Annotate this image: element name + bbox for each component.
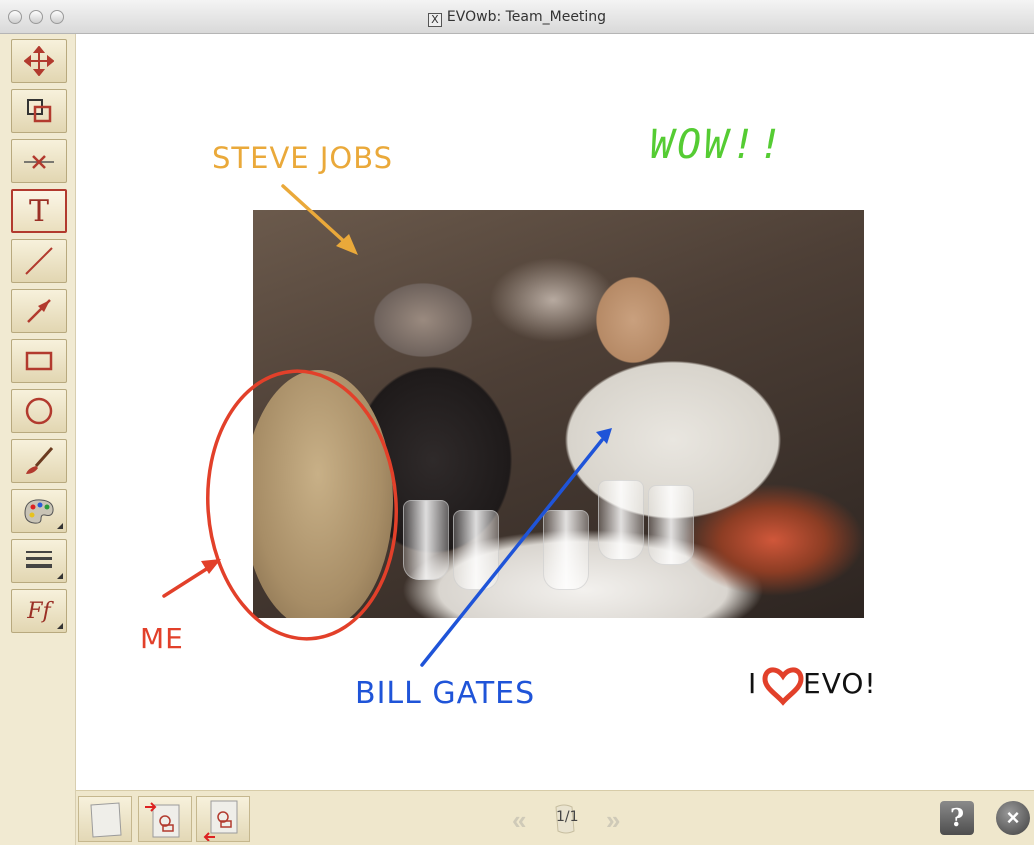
wine-glass — [543, 510, 589, 590]
font-tool[interactable]: Ff — [11, 589, 67, 633]
line-tool[interactable] — [11, 239, 67, 283]
wow-label[interactable]: WOW!! — [650, 122, 785, 168]
close-whiteboard-button[interactable]: × — [996, 801, 1030, 835]
import-page-icon — [145, 802, 180, 838]
move-arrows-icon — [24, 46, 54, 76]
page-indicator: 1/1 — [556, 809, 579, 825]
foreground-head — [253, 370, 393, 618]
submenu-indicator-icon — [57, 523, 63, 529]
arrow-tool[interactable] — [11, 289, 67, 333]
wine-glass — [403, 500, 449, 580]
me-label[interactable]: ME — [140, 622, 184, 655]
brush-tool[interactable] — [11, 439, 67, 483]
delete-tool[interactable] — [11, 139, 67, 183]
blank-page-icon — [90, 802, 122, 838]
import-page-button[interactable] — [138, 796, 192, 842]
window-title-text: EVOwb: Team_Meeting — [446, 9, 607, 25]
copy-squares-icon — [27, 99, 52, 123]
line-width-icon — [26, 551, 52, 568]
rectangle-tool[interactable] — [11, 339, 67, 383]
wine-glass — [453, 510, 499, 590]
tool-palette: T Ff — [0, 34, 76, 845]
ellipse-tool[interactable] — [11, 389, 67, 433]
submenu-indicator-icon — [57, 623, 63, 629]
rectangle-icon — [25, 351, 53, 371]
i-love-evo-prefix[interactable]: I — [748, 667, 757, 700]
window-titlebar: X EVOwb: Team_Meeting — [0, 0, 1034, 34]
brush-icon — [26, 447, 54, 474]
delete-cross-icon — [24, 155, 54, 169]
line-width-tool[interactable] — [11, 539, 67, 583]
steve-jobs-label[interactable]: STEVE JOBS — [212, 141, 393, 175]
color-tool[interactable] — [11, 489, 67, 533]
whiteboard-photo[interactable] — [253, 210, 864, 618]
palette-icon — [24, 499, 54, 524]
copy-tool[interactable] — [11, 89, 67, 133]
move-tool[interactable] — [11, 39, 67, 83]
next-page-button[interactable]: » — [606, 805, 620, 836]
export-page-button[interactable] — [196, 796, 250, 842]
arrow-icon — [27, 299, 51, 323]
help-button[interactable]: ? — [940, 801, 974, 835]
previous-page-button[interactable]: « — [512, 805, 526, 836]
ellipse-icon — [25, 397, 53, 425]
i-love-evo-suffix[interactable]: EVO! — [803, 667, 877, 700]
window-title: X EVOwb: Team_Meeting — [0, 9, 1034, 27]
text-t-icon: T — [28, 193, 49, 229]
bill-gates-label[interactable]: BILL GATES — [355, 676, 535, 711]
wine-glass — [598, 480, 644, 560]
export-page-icon — [203, 800, 238, 842]
text-tool[interactable]: T — [11, 189, 67, 233]
font-icon: Ff — [27, 598, 51, 624]
submenu-indicator-icon — [57, 573, 63, 579]
new-page-button[interactable] — [78, 796, 132, 842]
page-bar: « 1/1 » ? × — [76, 790, 1034, 845]
wine-glass — [648, 485, 694, 565]
x11-icon: X — [427, 13, 442, 27]
line-icon — [25, 247, 53, 275]
